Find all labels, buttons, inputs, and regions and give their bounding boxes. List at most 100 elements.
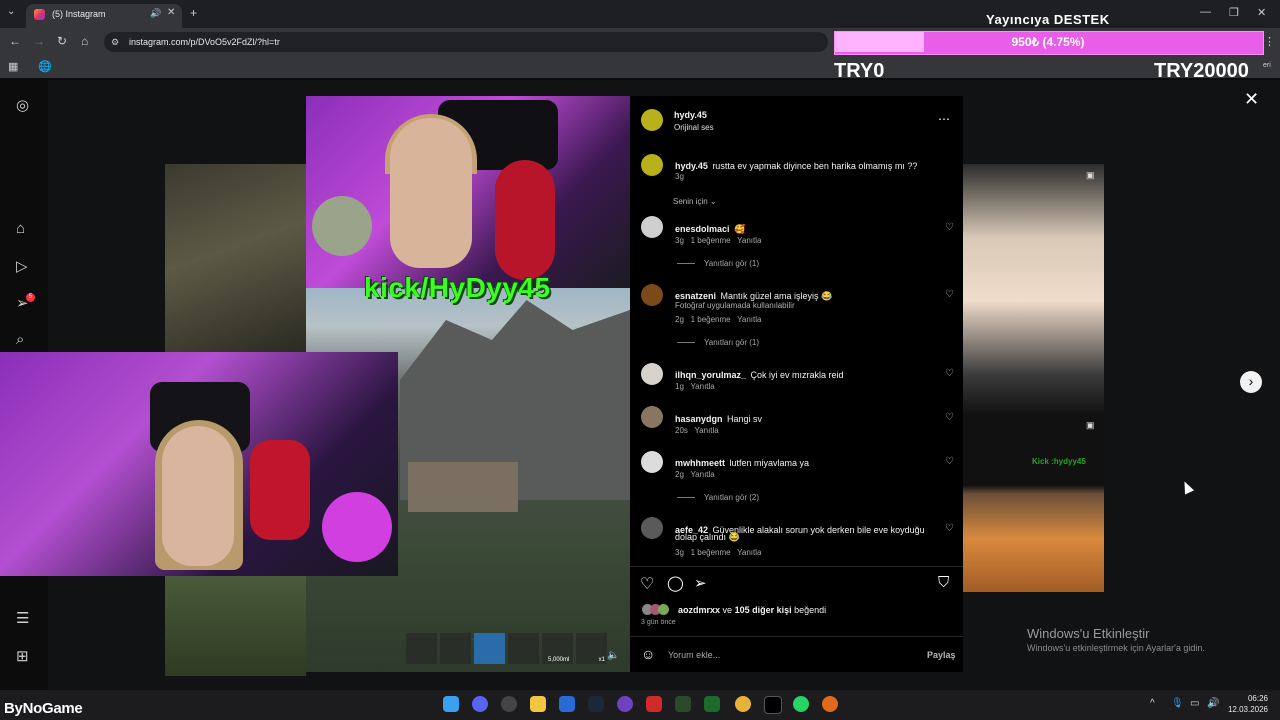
chevron-right-icon[interactable]: › [1240, 371, 1262, 393]
app-icon[interactable] [675, 696, 691, 712]
comment-user[interactable]: ilhqn_yorulmaz_ [675, 370, 746, 380]
liked-by-mid: ve [722, 605, 733, 615]
comment-user[interactable]: enesdolmaci [675, 224, 730, 234]
globe-icon[interactable]: 🌐 [38, 60, 52, 73]
close-tab-icon[interactable]: ✕ [167, 7, 175, 18]
close-window-button[interactable]: ✕ [1257, 6, 1266, 19]
avatar[interactable] [641, 284, 663, 306]
heart-icon[interactable]: ♡ [945, 456, 954, 467]
browser-menu-icon[interactable]: ⋮ [1264, 35, 1275, 48]
browser-tab[interactable]: (5) Instagram 🔊 ✕ [26, 4, 182, 28]
clock-time[interactable]: 06:26 [1228, 694, 1268, 703]
reply-button[interactable]: Yanıtla [690, 382, 714, 391]
bookmark-icon[interactable]: ⛉ [938, 574, 949, 591]
comment-likes[interactable]: 1 beğenme [691, 315, 731, 324]
caption-user[interactable]: hydy.45 [675, 161, 708, 171]
bookmarks-folder[interactable]: eri [1263, 62, 1271, 69]
whatsapp-icon[interactable] [793, 696, 809, 712]
back-icon[interactable]: ← [9, 34, 21, 48]
share-button[interactable]: Paylaş [927, 650, 956, 660]
app-icon[interactable] [704, 696, 720, 712]
view-replies[interactable]: Yanıtları gör (2) [704, 493, 759, 502]
network-icon[interactable]: ▭ [1190, 698, 1199, 709]
avatar[interactable] [641, 216, 663, 238]
reload-icon[interactable]: ↻ [57, 34, 67, 48]
sort-dropdown[interactable]: Senin için ⌄ [673, 197, 717, 206]
share-icon[interactable]: ➢ [694, 574, 707, 592]
comment-likes[interactable]: 1 beğenme [691, 548, 731, 557]
heart-icon[interactable]: ♡ [945, 289, 954, 300]
home-browser-icon[interactable]: ⌂ [81, 34, 88, 48]
avatar[interactable] [641, 363, 663, 385]
capcut-icon[interactable] [764, 696, 782, 714]
comment-text: Hangi sv [726, 414, 762, 424]
new-tab-button[interactable]: + [190, 6, 197, 20]
clock-date[interactable]: 12.03.2026 [1218, 705, 1268, 714]
reels-icon[interactable]: ▷ [16, 257, 28, 275]
post-audio[interactable]: Orijinal ses [674, 123, 714, 132]
store-icon[interactable] [559, 696, 575, 712]
heart-icon[interactable]: ♡ [945, 368, 954, 379]
comment-user[interactable]: esnatzeni [675, 291, 716, 301]
more-icon[interactable]: ⊞ [16, 647, 29, 665]
liked-by-avatars [642, 604, 674, 615]
discord-icon[interactable] [472, 696, 488, 712]
microphone-icon[interactable]: 🎙 [1171, 698, 1184, 709]
heart-icon[interactable]: ♡ [945, 523, 954, 534]
folder-icon[interactable] [530, 696, 546, 712]
activation-watermark-title: Windows'u Etkinleştir [1027, 626, 1150, 641]
view-replies[interactable]: Yanıtları gör (1) [704, 259, 759, 268]
reply-button[interactable]: Yanıtla [737, 548, 761, 557]
reply-button[interactable]: Yanıtla [737, 236, 761, 245]
app-icon[interactable] [617, 696, 633, 712]
maximize-button[interactable]: ❐ [1229, 6, 1239, 19]
streamer-face [390, 118, 472, 268]
comment-text: Güvenlikle alakalı sorun yok derken bile… [712, 525, 925, 535]
app-icon[interactable] [822, 696, 838, 712]
forward-icon[interactable]: → [33, 34, 45, 48]
steam-icon[interactable] [588, 696, 604, 712]
view-replies[interactable]: Yanıtları gör (1) [704, 338, 759, 347]
tray-chevron-icon[interactable]: ^ [1150, 698, 1155, 709]
avatar[interactable] [641, 154, 663, 176]
app-icon[interactable] [646, 696, 662, 712]
home-icon[interactable]: ⌂ [16, 220, 25, 237]
windows-start-icon[interactable] [443, 696, 459, 712]
site-info-icon[interactable]: ⚙ [111, 37, 119, 48]
avatar[interactable] [641, 451, 663, 473]
heart-icon[interactable]: ♡ [945, 412, 954, 423]
like-heart-icon[interactable]: ♡ [640, 574, 654, 594]
tab-search-icon[interactable]: ⌄ [7, 6, 15, 17]
comment: mwhhmeett lutfen miyavlama ya [675, 453, 809, 471]
apps-grid-icon[interactable]: ▦ [8, 60, 18, 73]
post-author[interactable]: hydy.45 [674, 110, 707, 120]
liked-by-others[interactable]: 105 diğer kişi [735, 605, 792, 615]
comment-likes[interactable]: 1 beğenme [691, 236, 731, 245]
chrome-icon[interactable] [735, 696, 751, 712]
liked-by-user[interactable]: aozdmrxx [678, 605, 720, 615]
reply-button[interactable]: Yanıtla [737, 315, 761, 324]
comment-user[interactable]: hasanydgn [675, 414, 723, 424]
more-options-icon[interactable]: ⋯ [938, 112, 950, 126]
search-icon[interactable]: ⌕ [16, 331, 24, 348]
comment-icon[interactable]: ◯ [667, 574, 684, 592]
instagram-icon[interactable]: ◎ [16, 96, 29, 114]
game-hotbar: 5,000ml x1 [406, 633, 610, 665]
comment-input[interactable]: Yorum ekle... [668, 650, 720, 660]
reply-button[interactable]: Yanıtla [690, 470, 714, 479]
avatar[interactable] [641, 406, 663, 428]
comment-user[interactable]: mwhhmeett [675, 458, 725, 468]
avatar[interactable] [641, 109, 663, 131]
comment-text: lutfen miyavlama ya [729, 458, 810, 468]
reply-button[interactable]: Yanıtla [694, 426, 718, 435]
minimize-button[interactable]: — [1200, 6, 1211, 18]
speaker-icon[interactable]: 🔊 [150, 8, 161, 19]
plush-toy [312, 196, 372, 256]
avatar[interactable] [641, 517, 663, 539]
emoji-icon[interactable]: ☺ [641, 646, 655, 662]
menu-icon[interactable]: ☰ [16, 609, 29, 627]
app-icon[interactable] [501, 696, 517, 712]
heart-icon[interactable]: ♡ [945, 222, 954, 233]
volume-icon[interactable]: 🔈 [607, 650, 619, 661]
close-icon[interactable]: ✕ [1244, 89, 1259, 110]
